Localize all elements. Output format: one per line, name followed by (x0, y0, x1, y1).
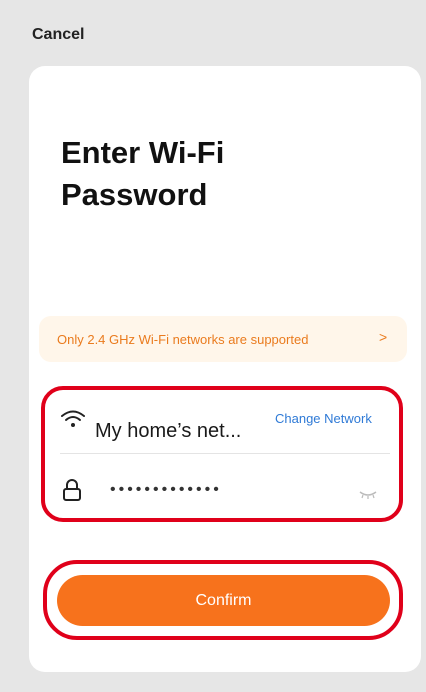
page-title: Enter Wi-Fi Password (61, 132, 224, 216)
cancel-button[interactable]: Cancel (32, 26, 84, 44)
highlight-confirm (43, 560, 403, 640)
highlight-network-password (41, 386, 403, 522)
chevron-right-icon: > (379, 329, 388, 345)
notice-text: Only 2.4 GHz Wi-Fi networks are supporte… (57, 331, 309, 347)
page-title-line2: Password (61, 177, 208, 212)
page-title-line1: Enter Wi-Fi (61, 135, 225, 170)
frequency-notice[interactable]: Only 2.4 GHz Wi-Fi networks are supporte… (39, 316, 407, 362)
